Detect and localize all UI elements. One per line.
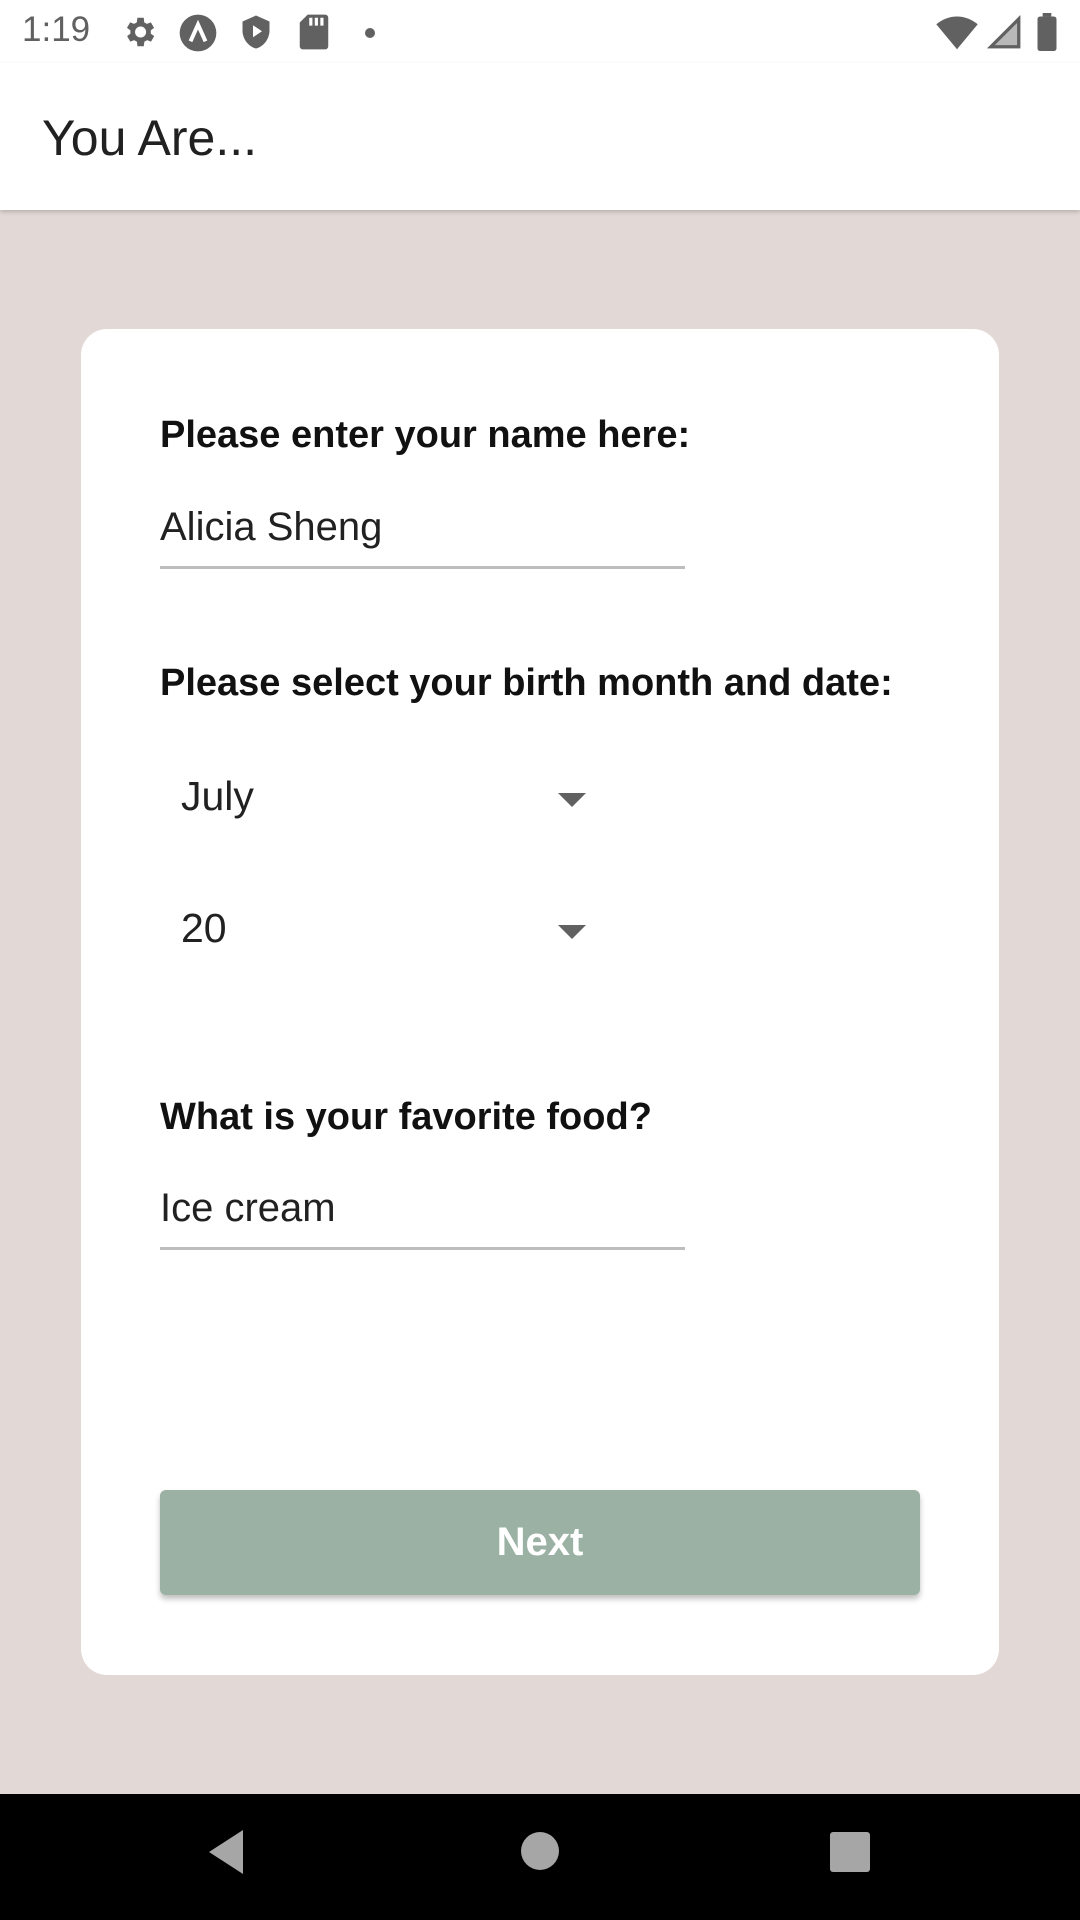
app-logo-icon xyxy=(178,13,218,58)
status-bar: 1:19 xyxy=(0,0,1080,63)
name-label: Please enter your name here: xyxy=(160,414,691,456)
sd-card-icon xyxy=(298,13,330,56)
dot-icon xyxy=(364,26,376,44)
status-right-icons xyxy=(936,13,1066,52)
back-icon[interactable] xyxy=(205,1827,245,1882)
settings-icon xyxy=(120,13,158,56)
chevron-down-icon xyxy=(558,793,586,807)
recents-icon[interactable] xyxy=(830,1832,870,1877)
home-icon[interactable] xyxy=(520,1831,560,1876)
wifi-icon xyxy=(936,13,978,56)
app-bar: You Are... xyxy=(0,63,1080,210)
content-area: Please enter your name here: Please sele… xyxy=(0,210,1080,1794)
shield-play-icon xyxy=(238,13,274,56)
name-input[interactable] xyxy=(160,499,685,569)
navigation-bar xyxy=(0,1794,1080,1920)
day-dropdown[interactable]: 20 xyxy=(160,887,586,975)
day-value: 20 xyxy=(181,905,227,951)
page-title: You Are... xyxy=(42,110,257,166)
signal-icon xyxy=(986,13,1022,56)
chevron-down-icon xyxy=(558,925,586,939)
month-dropdown[interactable]: July xyxy=(160,755,586,843)
birth-label: Please select your birth month and date: xyxy=(160,662,893,704)
status-time: 1:19 xyxy=(22,10,91,49)
month-value: July xyxy=(181,773,254,819)
food-input[interactable] xyxy=(160,1180,685,1250)
food-label: What is your favorite food? xyxy=(160,1096,652,1138)
form-card: Please enter your name here: Please sele… xyxy=(81,329,999,1675)
battery-icon xyxy=(1036,13,1058,56)
next-button[interactable]: Next xyxy=(160,1490,920,1595)
